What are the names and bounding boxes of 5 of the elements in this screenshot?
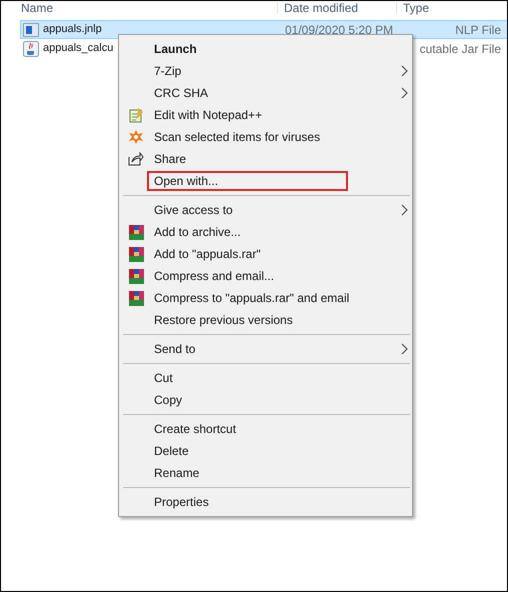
file-date: 01/09/2020 5:20 PM	[285, 22, 394, 36]
file-name: appuals.jnlp	[43, 22, 102, 38]
file-type: NLP File	[455, 22, 501, 38]
file-name: appuals_calcu	[43, 41, 114, 56]
file-type: cutable Jar File	[420, 40, 501, 58]
